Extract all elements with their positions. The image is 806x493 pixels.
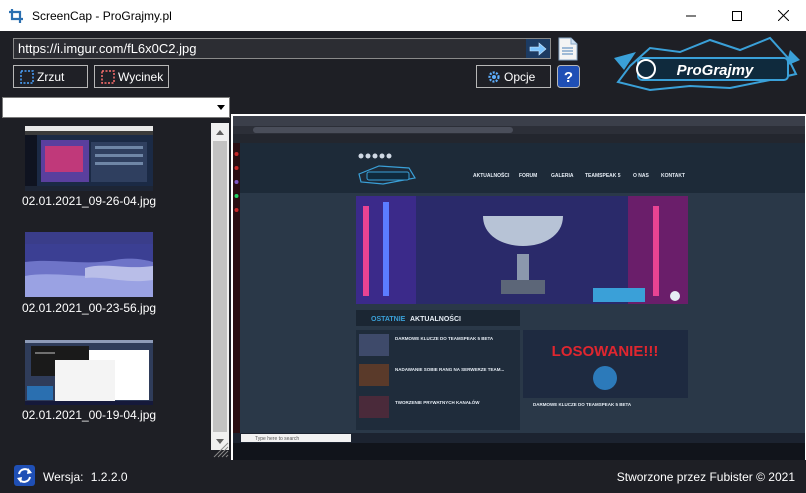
selection-icon <box>101 69 115 84</box>
minimize-icon <box>686 15 696 16</box>
dropdown-value <box>3 100 7 114</box>
svg-text:?: ? <box>564 69 573 86</box>
help-icon[interactable]: ? <box>557 65 580 88</box>
resize-grip-icon[interactable] <box>212 441 229 458</box>
scroll-thumb[interactable] <box>213 141 227 432</box>
site-menu-item: AKTUALNOŚCI <box>473 172 510 179</box>
version-info: Wersja: 1.2.2.0 <box>43 470 128 484</box>
banner-text: LOSOWANIE!!! <box>552 343 659 360</box>
thumbnail-label: 02.01.2021_00-19-04.jpg <box>21 408 157 422</box>
thumbnail-image[interactable] <box>25 232 153 297</box>
preview-screenshot: AKTUALNOŚCI FORUM GALERIA TEAMSPEAK 5 O … <box>233 116 805 460</box>
image-preview[interactable]: AKTUALNOŚCI FORUM GALERIA TEAMSPEAK 5 O … <box>231 114 806 460</box>
news-heading-a: OSTATNIE <box>371 316 406 323</box>
prograjmy-logo: ProGrajmy <box>614 36 800 92</box>
close-icon <box>777 10 789 21</box>
version-label: Wersja: <box>43 470 84 484</box>
opcje-label: Opcje <box>504 69 536 84</box>
thumbnail-image[interactable] <box>25 126 153 191</box>
thumbnail-scrollbar[interactable] <box>211 123 229 450</box>
chevron-up-icon <box>216 129 224 135</box>
close-button[interactable] <box>760 0 806 31</box>
news-heading-b: AKTUALNOŚCI <box>410 314 461 323</box>
scroll-up-button[interactable] <box>211 123 229 140</box>
version-value: 1.2.2.0 <box>90 470 128 484</box>
arrow-right-icon <box>529 41 547 56</box>
wycinek-label: Wycinek <box>118 69 164 84</box>
screenshot-icon <box>20 69 34 84</box>
folder-dropdown[interactable] <box>2 97 230 118</box>
thumbnail-label: 02.01.2021_09-26-04.jpg <box>21 194 157 208</box>
chevron-down-icon <box>217 105 225 110</box>
site-menu-item: FORUM <box>519 173 537 179</box>
news-item-title: TWORZENIE PRYWATNYCH KANAŁÓW <box>395 398 480 405</box>
taskbar-search-text: Type here to search <box>255 436 299 442</box>
document-icon[interactable] <box>557 37 579 61</box>
maximize-icon <box>732 10 742 21</box>
thumbnail-label: 02.01.2021_00-23-56.jpg <box>21 301 157 315</box>
thumbnail-image[interactable] <box>25 340 153 405</box>
site-menu-item: O NAS <box>633 173 650 179</box>
zrzut-label: Zrzut <box>37 69 65 84</box>
title-bar: ScreenCap - ProGrajmy.pl <box>0 0 806 31</box>
news-item-title: DARMOWE KLUCZE DO TEAMSPEAK 5 BETA <box>395 336 494 341</box>
wycinek-button[interactable]: Wycinek <box>94 65 169 88</box>
feature-title: DARMOWE KLUCZE DO TEAMSPEAK 5 BETA <box>533 402 632 407</box>
thumbnail-list: 02.01.2021_09-26-04.jpg 02.01.2021_00-23… <box>0 122 210 452</box>
url-input[interactable]: https://i.imgur.com/fL6x0C2.jpg <box>13 38 551 59</box>
refresh-icon[interactable] <box>14 465 35 486</box>
window-title: ScreenCap - ProGrajmy.pl <box>32 8 172 23</box>
site-menu-item: GALERIA <box>551 173 574 179</box>
minimize-button[interactable] <box>668 0 714 31</box>
zrzut-button[interactable]: Zrzut <box>13 65 88 88</box>
gear-icon <box>488 70 500 83</box>
site-menu-item: KONTAKT <box>661 173 685 179</box>
crop-icon <box>9 8 23 23</box>
credits-text: Stworzone przez Fubister © 2021 <box>616 470 795 484</box>
site-menu-item: TEAMSPEAK 5 <box>585 173 621 179</box>
go-button[interactable] <box>526 39 550 58</box>
maximize-button[interactable] <box>714 0 760 31</box>
news-item-title: NADAWANIE SOBIE RANG NA SERWERZE TEAM... <box>395 367 504 372</box>
opcje-button[interactable]: Opcje <box>476 65 551 88</box>
logo-text: ProGrajmy <box>677 62 754 79</box>
